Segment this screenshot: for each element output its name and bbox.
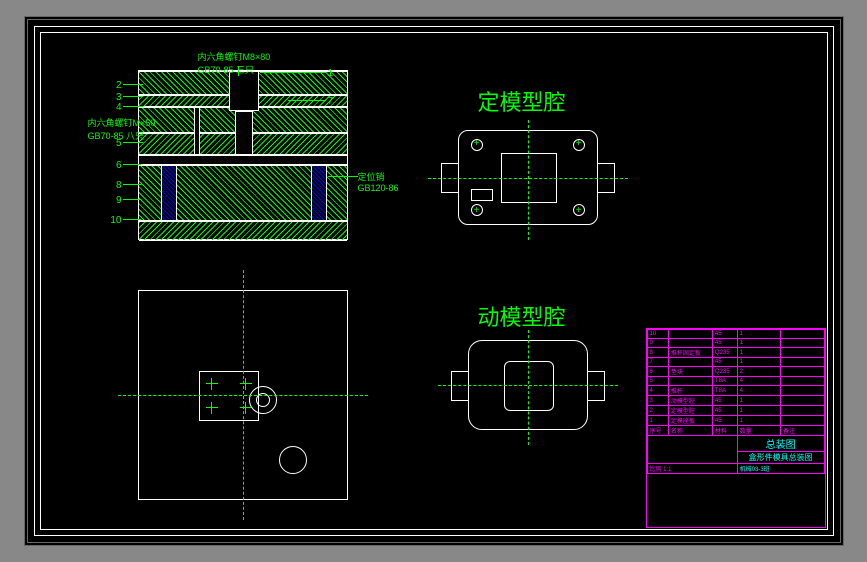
balloon-4: 4 <box>108 102 122 113</box>
gap <box>139 155 347 165</box>
bom-row: 6垫块Q2352 <box>647 367 824 377</box>
leader-4 <box>123 106 143 107</box>
bom-row: 3动模型腔451 <box>647 396 824 406</box>
bom-row: 1定模座板451 <box>647 416 824 426</box>
balloon-2: 2 <box>108 80 122 91</box>
moving-cavity-cl-v <box>528 330 529 445</box>
bom-h-name: 名称 <box>668 426 712 436</box>
balloon-7: 7 <box>328 96 342 107</box>
note-pin: 定位销 GB120-86 <box>358 170 399 193</box>
title-block: 10451 9451 8推杆固定板Q2351 7451 6垫块Q2352 5T8… <box>646 328 826 528</box>
moving-cavity-core <box>504 361 554 411</box>
support-pillar-r <box>311 165 327 221</box>
leader-screw-m8 <box>238 66 239 76</box>
plan-hole-bl <box>206 402 218 414</box>
label-moving-cavity: 动模型腔 <box>478 300 566 332</box>
cross-icon-tr: + <box>576 139 582 149</box>
note-screw-m5-line1: 内六角螺钉M×50 <box>88 118 156 128</box>
cross-icon-br: + <box>576 206 582 216</box>
plan-circle-lower <box>279 446 307 474</box>
note-screw-m8-line1: 内六角螺钉M8×80 <box>198 52 271 62</box>
bom-row: 9451 <box>647 339 824 348</box>
core-slot <box>235 111 253 155</box>
note-pin-line1: 定位销 <box>358 172 385 182</box>
balloon-10: 10 <box>108 215 122 226</box>
cad-drawing-sheet: 2 3 4 5 6 8 9 10 1 7 内六角螺钉M8×80 GB70-85 … <box>24 16 844 546</box>
note-screw-m5: 内六角螺钉M×50 GB70-85 八只 <box>88 116 156 142</box>
title-row-1: 总装图 <box>647 436 824 452</box>
support-pillar-l <box>161 165 177 221</box>
bom-h-no: 序号 <box>647 426 668 436</box>
class-info: 机械03-3班 <box>737 464 824 474</box>
moving-cavity-lug-r <box>587 371 605 401</box>
assembly-section-view <box>138 70 348 240</box>
bom-row: 10451 <box>647 330 824 339</box>
project-name: 盒形件模具总装图 <box>737 452 824 464</box>
bom-row: 8推杆固定板Q2351 <box>647 348 824 358</box>
balloon-8-a: 8 <box>108 180 122 191</box>
note-screw-m5-line2: GB70-85 八只 <box>88 131 145 141</box>
bom-row: 4推杆T8A4 <box>647 386 824 396</box>
leader-8 <box>123 184 141 185</box>
leader-7 <box>288 100 326 101</box>
leader-5 <box>123 142 143 143</box>
bom-h-note: 备注 <box>781 426 824 436</box>
leader-10 <box>123 219 141 220</box>
bom-row: 5T8A4 <box>647 377 824 386</box>
leader-pin <box>328 176 358 177</box>
plan-hole-tr <box>240 378 252 390</box>
plate-6 <box>139 221 347 241</box>
bom-table: 10451 9451 8推杆固定板Q2351 7451 6垫块Q2352 5T8… <box>647 329 825 474</box>
title-row-3: 比例 1:1 机械03-3班 <box>647 464 824 474</box>
leader-3 <box>123 96 143 97</box>
leader-6 <box>123 164 141 165</box>
balloon-1: 1 <box>328 68 342 79</box>
bom-row: 7451 <box>647 358 824 367</box>
leader-9 <box>123 199 141 200</box>
balloon-9: 9 <box>108 195 122 206</box>
note-pin-line2: GB120-86 <box>358 183 399 193</box>
bom-h-mat: 材料 <box>712 426 737 436</box>
note-screw-m8-line2: GB70-85 三只 <box>198 65 255 75</box>
title-left-cells <box>647 436 737 464</box>
sprue-opening <box>229 71 259 111</box>
plan-hole-tl <box>206 378 218 390</box>
leader-2 <box>123 84 143 85</box>
fixed-cavity-cl-v <box>528 120 529 240</box>
moving-cavity-lug-l <box>451 371 469 401</box>
bom-h-qty: 数量 <box>737 426 780 436</box>
drawing-name: 总装图 <box>737 436 824 452</box>
ejector-pin-slot-l <box>194 107 200 155</box>
cross-icon-tl: + <box>474 139 480 149</box>
bom-row: 2定模型腔451 <box>647 406 824 416</box>
note-screw-m8: 内六角螺钉M8×80 GB70-85 三只 <box>198 50 271 76</box>
balloon-6: 6 <box>108 160 122 171</box>
fixed-cavity-small-rect <box>471 189 493 201</box>
bom-header-row: 序号 名称 材料 数量 备注 <box>647 426 824 436</box>
cross-icon-bl: + <box>474 206 480 216</box>
plan-cl-v <box>243 270 244 520</box>
sheet-info: 比例 1:1 <box>647 464 737 474</box>
label-fixed-cavity: 定模型腔 <box>478 85 566 117</box>
